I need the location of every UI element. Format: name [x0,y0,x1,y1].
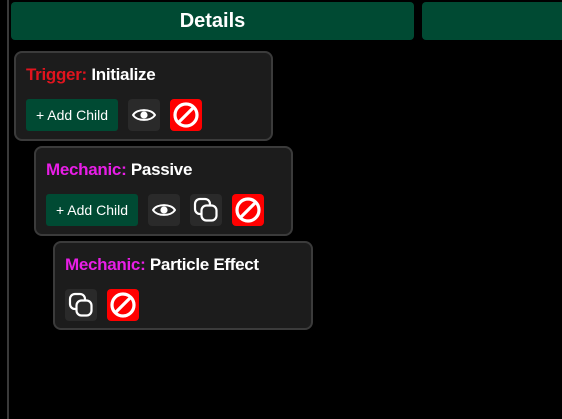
card-actions: + Add Child [46,194,274,226]
copy-icon [67,291,95,319]
component-type-label: Mechanic: [46,160,127,179]
tab-details-label: Details [179,9,246,32]
card-actions: + Add Child [26,99,212,131]
component-name: Particle Effect [149,255,259,274]
card-title: Mechanic: Passive [46,160,192,180]
add-child-button[interactable]: + Add Child [26,99,118,131]
toggle-visibility-button[interactable] [128,99,160,131]
no-entry-icon [172,101,200,129]
add-child-button[interactable]: + Add Child [46,194,138,226]
toggle-visibility-button[interactable] [148,194,180,226]
component-card-mechanic-particle-effect: Mechanic: Particle Effect [53,241,313,330]
component-type-label: Trigger: [26,65,87,84]
component-card-mechanic-passive: Mechanic: Passive + Add Child [34,146,293,236]
left-panel-border [7,0,9,419]
component-card-trigger-initialize: Trigger: Initialize + Add Child [14,51,273,141]
no-entry-icon [234,196,262,224]
tab-details[interactable]: Details [11,2,414,40]
card-title: Trigger: Initialize [26,65,156,85]
copy-button[interactable] [65,289,97,321]
card-title: Mechanic: Particle Effect [65,255,259,275]
no-entry-icon [109,291,137,319]
delete-button[interactable] [170,99,202,131]
card-actions [65,289,149,321]
eye-icon [152,202,176,218]
copy-icon [192,196,220,224]
eye-icon [132,107,156,123]
tab-secondary[interactable] [422,2,562,40]
copy-button[interactable] [190,194,222,226]
delete-button[interactable] [107,289,139,321]
component-name: Initialize [91,65,156,84]
component-type-label: Mechanic: [65,255,146,274]
delete-button[interactable] [232,194,264,226]
component-name: Passive [130,160,193,179]
